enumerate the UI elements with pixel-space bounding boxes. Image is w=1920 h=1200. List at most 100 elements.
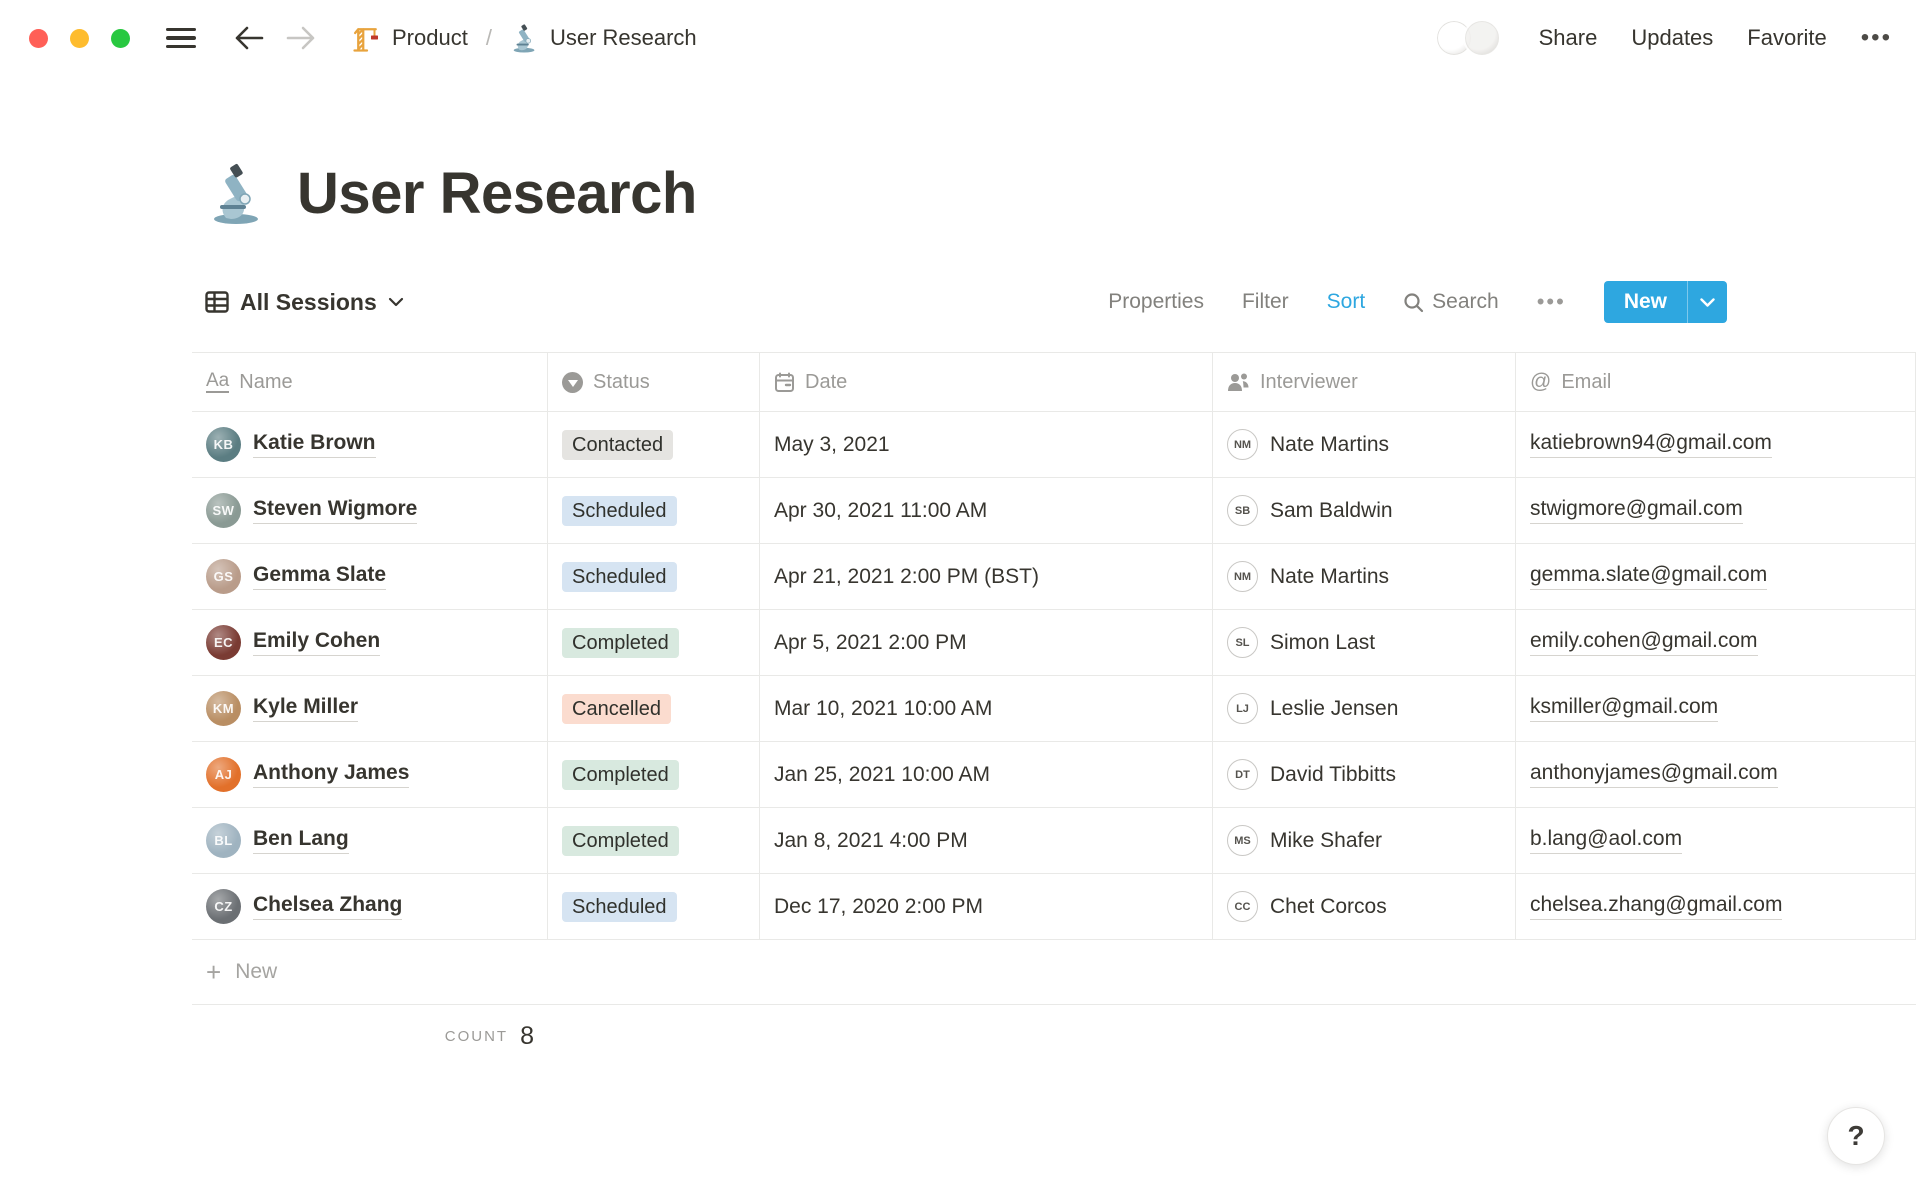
breadcrumb-item-product[interactable]: Product (352, 23, 468, 53)
cell-email[interactable]: ksmiller@gmail.com (1516, 676, 1916, 741)
view-more-options-icon[interactable]: ••• (1537, 289, 1566, 315)
cell-status[interactable]: Contacted (548, 412, 760, 477)
email-link[interactable]: ksmiller@gmail.com (1530, 695, 1719, 722)
table-row[interactable]: GS Gemma Slate Scheduled Apr 21, 2021 2:… (192, 544, 1916, 610)
cell-name[interactable]: EC Emily Cohen (192, 610, 548, 675)
minimize-window-button[interactable] (70, 28, 89, 48)
cell-status[interactable]: Scheduled (548, 478, 760, 543)
filter-button[interactable]: Filter (1242, 290, 1289, 314)
new-button-dropdown[interactable] (1687, 281, 1727, 323)
table-body: KB Katie Brown Contacted May 3, 2021 NM … (192, 412, 1916, 940)
cell-status[interactable]: Scheduled (548, 874, 760, 939)
table-row[interactable]: CZ Chelsea Zhang Scheduled Dec 17, 2020 … (192, 874, 1916, 940)
cell-name[interactable]: BL Ben Lang (192, 808, 548, 873)
collaborator-avatars[interactable] (1434, 19, 1501, 57)
cell-interviewer[interactable]: NM Nate Martins (1213, 544, 1516, 609)
column-header-name[interactable]: Aa Name (192, 353, 548, 411)
session-page-link[interactable]: Chelsea Zhang (253, 893, 403, 920)
cell-date[interactable]: Mar 10, 2021 10:00 AM (760, 676, 1213, 741)
cell-date[interactable]: Jan 25, 2021 10:00 AM (760, 742, 1213, 807)
zoom-window-button[interactable] (111, 28, 130, 48)
table-row[interactable]: KB Katie Brown Contacted May 3, 2021 NM … (192, 412, 1916, 478)
cell-name[interactable]: KM Kyle Miller (192, 676, 548, 741)
cell-interviewer[interactable]: NM Nate Martins (1213, 412, 1516, 477)
cell-email[interactable]: chelsea.zhang@gmail.com (1516, 874, 1916, 939)
close-window-button[interactable] (29, 28, 48, 48)
email-link[interactable]: gemma.slate@gmail.com (1530, 563, 1768, 590)
person-avatar: GS (206, 559, 241, 594)
cell-date[interactable]: Apr 21, 2021 2:00 PM (BST) (760, 544, 1213, 609)
table-row[interactable]: AJ Anthony James Completed Jan 25, 2021 … (192, 742, 1916, 808)
cell-interviewer[interactable]: SL Simon Last (1213, 610, 1516, 675)
forward-arrow-icon[interactable] (286, 23, 316, 53)
cell-email[interactable]: katiebrown94@gmail.com (1516, 412, 1916, 477)
table-row[interactable]: BL Ben Lang Completed Jan 8, 2021 4:00 P… (192, 808, 1916, 874)
table-row[interactable]: SW Steven Wigmore Scheduled Apr 30, 2021… (192, 478, 1916, 544)
cell-status[interactable]: Cancelled (548, 676, 760, 741)
session-page-link[interactable]: Gemma Slate (253, 563, 387, 590)
session-page-link[interactable]: Emily Cohen (253, 629, 381, 656)
cell-interviewer[interactable]: DT David Tibbitts (1213, 742, 1516, 807)
column-header-interviewer[interactable]: Interviewer (1213, 353, 1516, 411)
cell-email[interactable]: emily.cohen@gmail.com (1516, 610, 1916, 675)
favorite-button[interactable]: Favorite (1747, 25, 1826, 51)
share-button[interactable]: Share (1539, 25, 1598, 51)
cell-status[interactable]: Scheduled (548, 544, 760, 609)
cell-name[interactable]: GS Gemma Slate (192, 544, 548, 609)
email-link[interactable]: b.lang@aol.com (1530, 827, 1683, 854)
sidebar-menu-icon[interactable] (166, 28, 196, 48)
new-button[interactable]: New (1603, 281, 1687, 323)
search-button[interactable]: Search (1403, 290, 1499, 314)
column-header-date[interactable]: Date (760, 353, 1213, 411)
cell-date[interactable]: Dec 17, 2020 2:00 PM (760, 874, 1213, 939)
cell-date[interactable]: May 3, 2021 (760, 412, 1213, 477)
column-header-status[interactable]: Status (548, 353, 760, 411)
breadcrumb-item-user-research[interactable]: User Research (510, 23, 697, 53)
email-link[interactable]: stwigmore@gmail.com (1530, 497, 1743, 524)
cell-name[interactable]: KB Katie Brown (192, 412, 548, 477)
back-arrow-icon[interactable] (234, 23, 264, 53)
cell-interviewer[interactable]: MS Mike Shafer (1213, 808, 1516, 873)
add-new-row-button[interactable]: + New (192, 940, 1916, 1005)
help-button[interactable]: ? (1827, 1107, 1885, 1165)
cell-name[interactable]: AJ Anthony James (192, 742, 548, 807)
cell-status[interactable]: Completed (548, 610, 760, 675)
cell-interviewer[interactable]: CC Chet Corcos (1213, 874, 1516, 939)
view-switcher-all-sessions[interactable]: All Sessions (205, 289, 404, 316)
cell-interviewer[interactable]: SB Sam Baldwin (1213, 478, 1516, 543)
updates-button[interactable]: Updates (1631, 25, 1713, 51)
person-icon (1227, 372, 1250, 392)
cell-name[interactable]: CZ Chelsea Zhang (192, 874, 548, 939)
email-link[interactable]: anthonyjames@gmail.com (1530, 761, 1778, 788)
cell-email[interactable]: b.lang@aol.com (1516, 808, 1916, 873)
cell-email[interactable]: gemma.slate@gmail.com (1516, 544, 1916, 609)
date-value: Jan 8, 2021 4:00 PM (774, 828, 968, 852)
count-aggregate[interactable]: COUNT 8 (192, 1005, 548, 1067)
cell-email[interactable]: anthonyjames@gmail.com (1516, 742, 1916, 807)
sort-button[interactable]: Sort (1327, 290, 1366, 314)
session-page-link[interactable]: Kyle Miller (253, 695, 359, 722)
cell-status[interactable]: Completed (548, 742, 760, 807)
cell-email[interactable]: stwigmore@gmail.com (1516, 478, 1916, 543)
table-row[interactable]: EC Emily Cohen Completed Apr 5, 2021 2:0… (192, 610, 1916, 676)
table-row[interactable]: KM Kyle Miller Cancelled Mar 10, 2021 10… (192, 676, 1916, 742)
cell-interviewer[interactable]: LJ Leslie Jensen (1213, 676, 1516, 741)
page-icon-microscope[interactable] (205, 160, 271, 226)
session-page-link[interactable]: Ben Lang (253, 827, 349, 854)
interviewer-avatar: SL (1227, 627, 1258, 658)
cell-name[interactable]: SW Steven Wigmore (192, 478, 548, 543)
cell-status[interactable]: Completed (548, 808, 760, 873)
properties-button[interactable]: Properties (1108, 290, 1204, 314)
cell-date[interactable]: Jan 8, 2021 4:00 PM (760, 808, 1213, 873)
cell-date[interactable]: Apr 30, 2021 11:00 AM (760, 478, 1213, 543)
email-link[interactable]: katiebrown94@gmail.com (1530, 431, 1772, 458)
session-page-link[interactable]: Anthony James (253, 761, 410, 788)
cell-date[interactable]: Apr 5, 2021 2:00 PM (760, 610, 1213, 675)
session-page-link[interactable]: Steven Wigmore (253, 497, 418, 524)
page-title[interactable]: User Research (297, 160, 697, 227)
email-link[interactable]: emily.cohen@gmail.com (1530, 629, 1758, 656)
session-page-link[interactable]: Katie Brown (253, 431, 376, 458)
more-options-icon[interactable]: ••• (1861, 24, 1892, 52)
column-header-email[interactable]: @ Email (1516, 353, 1916, 411)
email-link[interactable]: chelsea.zhang@gmail.com (1530, 893, 1783, 920)
